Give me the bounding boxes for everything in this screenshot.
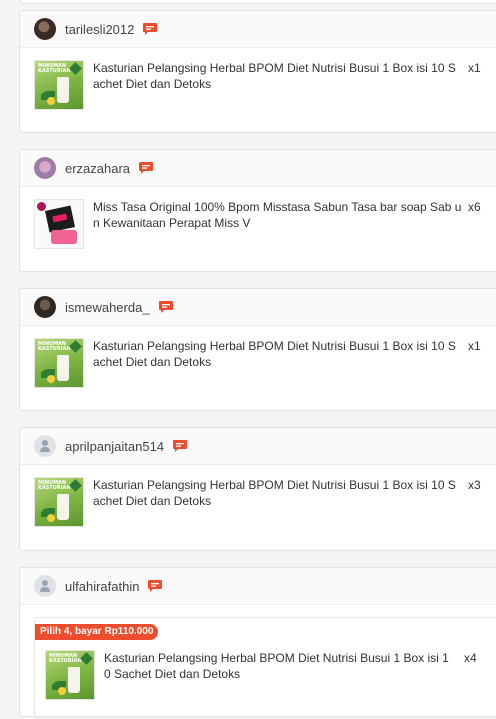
buyer-username[interactable]: ulfahirafathin: [65, 579, 139, 594]
bundle-deal-badge: Pilih 4, bayar Rp110.000: [35, 624, 159, 640]
avatar[interactable]: [34, 157, 56, 179]
product-name: Kasturian Pelangsing Herbal BPOM Diet Nu…: [93, 478, 456, 508]
order-item[interactable]: MINUMAN KASTURIAN Kasturian Pelangsing H…: [20, 48, 496, 110]
order-item[interactable]: Miss Tasa Original 100% Bpom Misstasa Sa…: [20, 187, 496, 249]
product-name: Kasturian Pelangsing Herbal BPOM Diet Nu…: [93, 61, 456, 91]
product-quantity: x1: [468, 339, 481, 353]
order-card: erzazahara Miss Tasa Original 100% Bpom …: [19, 149, 496, 272]
order-card: aprilpanjaitan514 MINUMAN KASTURIAN Kast…: [19, 427, 496, 551]
avatar[interactable]: [34, 18, 56, 40]
kasturian-product-icon: MINUMAN KASTURIAN: [34, 477, 84, 527]
order-card-header: ismewaherda_: [20, 289, 496, 326]
order-card: tarilesli2012 MINUMAN KASTURIAN Kasturia…: [19, 10, 496, 133]
avatar[interactable]: [34, 296, 56, 318]
product-quantity: x1: [468, 61, 481, 75]
misstasa-product-icon: [34, 199, 84, 249]
chat-icon[interactable]: [139, 162, 154, 174]
chat-icon[interactable]: [143, 23, 158, 35]
kasturian-product-icon: MINUMAN KASTURIAN: [34, 338, 84, 388]
buyer-username[interactable]: aprilpanjaitan514: [65, 439, 164, 454]
chat-icon[interactable]: [148, 580, 163, 592]
kasturian-product-icon: MINUMAN KASTURIAN: [34, 60, 84, 110]
order-card-header: ulfahirafathin: [20, 568, 496, 605]
product-quantity: x3: [468, 478, 481, 492]
order-card-header: tarilesli2012: [20, 11, 496, 48]
order-card: ismewaherda_ MINUMAN KASTURIAN Kasturian…: [19, 288, 496, 411]
buyer-username[interactable]: tarilesli2012: [65, 22, 134, 37]
chat-icon[interactable]: [173, 440, 188, 452]
order-item[interactable]: MINUMAN KASTURIAN Kasturian Pelangsing H…: [20, 465, 496, 527]
order-item[interactable]: MINUMAN KASTURIAN Kasturian Pelangsing H…: [20, 326, 496, 388]
product-name: Kasturian Pelangsing Herbal BPOM Diet Nu…: [93, 339, 456, 369]
chat-icon[interactable]: [158, 301, 173, 313]
product-name: Kasturian Pelangsing Herbal BPOM Diet Nu…: [104, 651, 449, 681]
previous-order-card: [20, 0, 496, 4]
default-avatar-icon[interactable]: [34, 435, 56, 457]
buyer-username[interactable]: ismewaherda_: [65, 300, 150, 315]
product-name: Miss Tasa Original 100% Bpom Misstasa Sa…: [93, 200, 462, 230]
order-card: ulfahirafathin Pilih 4, bayar Rp110.000 …: [19, 567, 496, 719]
product-quantity: x6: [468, 200, 481, 214]
bundle-deal-box: Pilih 4, bayar Rp110.000 MINUMAN KASTURI…: [34, 617, 496, 719]
product-quantity: x4: [464, 651, 477, 665]
order-card-header: aprilpanjaitan514: [20, 428, 496, 465]
order-item[interactable]: MINUMAN KASTURIAN Kasturian Pelangsing H…: [45, 650, 477, 700]
buyer-username[interactable]: erzazahara: [65, 161, 130, 176]
kasturian-product-icon: MINUMAN KASTURIAN: [45, 650, 95, 700]
order-card-header: erzazahara: [20, 150, 496, 187]
default-avatar-icon[interactable]: [34, 575, 56, 597]
